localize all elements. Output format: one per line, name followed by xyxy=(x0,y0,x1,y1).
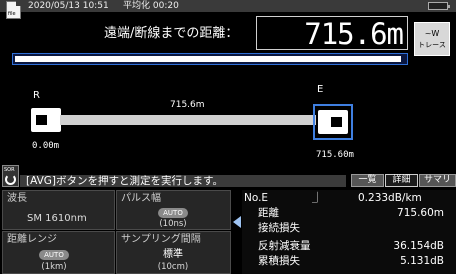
pulse-width-label: パルス幅 xyxy=(121,193,161,204)
averaging-timer: 平均化 00:20 xyxy=(123,1,179,11)
end-distance: 715.60m xyxy=(316,150,354,160)
event-row-key: 距離 xyxy=(258,207,279,219)
overview-bar-fill xyxy=(15,56,401,62)
distance-range-value: (1km) xyxy=(41,262,67,272)
fiber-span[interactable] xyxy=(60,115,316,125)
event-row-value: 5.131dB xyxy=(400,255,444,267)
event-row: 距離 715.60m xyxy=(258,207,444,220)
start-connector-icon[interactable] xyxy=(31,108,61,132)
loss-per-km: 0.233dB/km xyxy=(358,192,422,204)
pulse-width-value: (10ns) xyxy=(159,219,187,229)
tab-summary[interactable]: サマリ xyxy=(419,174,456,187)
event-number: No.E xyxy=(244,192,269,204)
overview-bar[interactable] xyxy=(12,53,408,65)
end-marker-label: E xyxy=(317,84,324,95)
pulse-width-auto-badge: AUTO xyxy=(158,208,188,218)
end-connector-icon[interactable] xyxy=(318,110,348,134)
message-text: [AVG]ボタンを押すと測定を実行します。 xyxy=(26,175,223,187)
distance-display: 715.6m xyxy=(256,16,408,51)
file-icon[interactable]: file xyxy=(6,1,21,19)
event-row: 接続損失 xyxy=(258,222,444,235)
event-row-value: 715.60m xyxy=(397,207,444,219)
sampling-interval-label: サンプリング間隔 xyxy=(121,234,201,245)
distance-value: 715.6m xyxy=(304,17,404,51)
sor-file-icon[interactable]: SOR xyxy=(2,165,19,187)
event-row: 累積損失 5.131dB xyxy=(258,255,444,268)
event-row-key: 累積損失 xyxy=(258,255,300,267)
link-map: R 715.6m E 0.00m 715.60m xyxy=(0,78,456,164)
trace-button[interactable]: ~W トレース xyxy=(414,22,450,56)
sampling-interval-mode: 標準 xyxy=(163,249,183,260)
pulse-width-panel[interactable]: パルス幅 AUTO (10ns) xyxy=(116,190,231,230)
wavelength-label: 波長 xyxy=(7,193,27,204)
tab-details[interactable]: 詳細 xyxy=(385,174,418,187)
event-row-key: 接続損失 xyxy=(258,222,300,234)
waveform-icon: ~W xyxy=(424,29,440,38)
wavelength-panel[interactable]: 波長 SM 1610nm xyxy=(2,190,115,230)
distance-range-panel[interactable]: 距離レンジ AUTO (1km) xyxy=(2,231,115,274)
event-row-key: 反射減衰量 xyxy=(258,240,311,252)
event-row: 反射減衰量 36.154dB xyxy=(258,240,444,253)
start-marker-label: R xyxy=(33,90,40,101)
end-event-icon: ⏌ xyxy=(312,192,323,204)
distance-range-label: 距離レンジ xyxy=(7,234,57,245)
span-length: 715.6m xyxy=(170,100,205,110)
event-row-value: 36.154dB xyxy=(393,240,444,252)
distance-label: 遠端/断線までの距離： xyxy=(104,26,239,41)
datetime: 2020/05/13 10:51 xyxy=(28,1,109,11)
start-distance: 0.00m xyxy=(32,141,60,151)
tab-list[interactable]: 一覧 xyxy=(351,174,384,187)
wavelength-value: SM 1610nm xyxy=(27,213,87,224)
battery-icon xyxy=(428,2,450,10)
prev-event-arrow-icon[interactable] xyxy=(233,216,241,228)
sampling-interval-value: (10cm) xyxy=(157,262,189,272)
sampling-interval-panel[interactable]: サンプリング間隔 標準 (10cm) xyxy=(116,231,231,274)
message-bar: [AVG]ボタンを押すと測定を実行します。 xyxy=(20,175,346,187)
trace-button-label: トレース xyxy=(418,41,446,49)
distance-range-auto-badge: AUTO xyxy=(39,250,69,260)
